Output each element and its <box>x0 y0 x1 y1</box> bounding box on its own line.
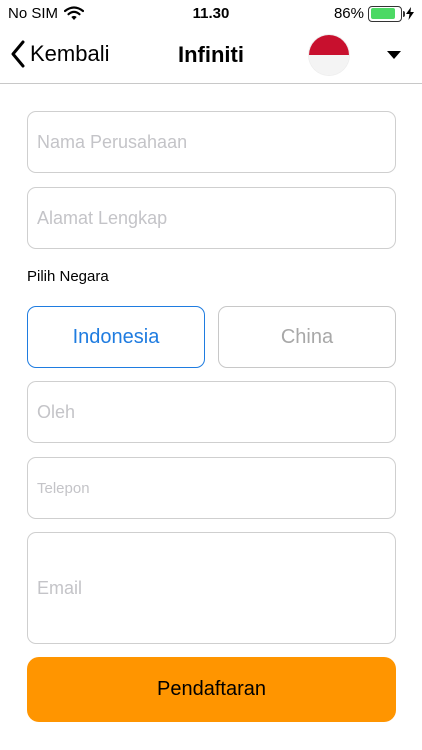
country-china-label: China <box>280 325 334 348</box>
email-field <box>27 532 396 644</box>
language-flag-button[interactable] <box>309 35 349 75</box>
battery-fill <box>370 8 396 19</box>
country-china-button[interactable]: China <box>218 306 396 368</box>
country-indonesia-button[interactable]: Indonesia <box>27 306 205 368</box>
nav-bar: Kembali Infiniti <box>0 28 422 84</box>
phone-field <box>27 457 396 519</box>
chevron-left-icon <box>11 40 25 68</box>
battery-group: 86% <box>334 5 414 22</box>
register-button[interactable]: Pendaftaran <box>27 657 396 722</box>
phone-input[interactable] <box>28 458 395 518</box>
battery-icon <box>368 5 405 22</box>
by-input[interactable] <box>28 382 395 442</box>
back-label: Kembali <box>30 41 110 66</box>
by-field <box>27 381 396 443</box>
register-button-label: Pendaftaran <box>157 678 266 700</box>
battery-percent: 86% <box>333 5 364 22</box>
company-name-input[interactable] <box>28 112 395 172</box>
address-input[interactable] <box>28 188 395 248</box>
company-name-field <box>27 111 396 173</box>
bolt-icon <box>406 7 414 20</box>
email-input[interactable] <box>28 533 395 643</box>
country-indonesia-label: Indonesia <box>72 325 160 348</box>
status-bar: No SIM 11.30 86% <box>0 0 422 28</box>
flag-top-stripe <box>309 35 349 55</box>
flag-bottom-stripe <box>309 55 349 75</box>
address-field <box>27 187 396 249</box>
caret-down-icon[interactable] <box>386 50 402 60</box>
back-button[interactable]: Kembali <box>10 40 109 68</box>
country-section-label: Pilih Negara <box>27 268 109 285</box>
